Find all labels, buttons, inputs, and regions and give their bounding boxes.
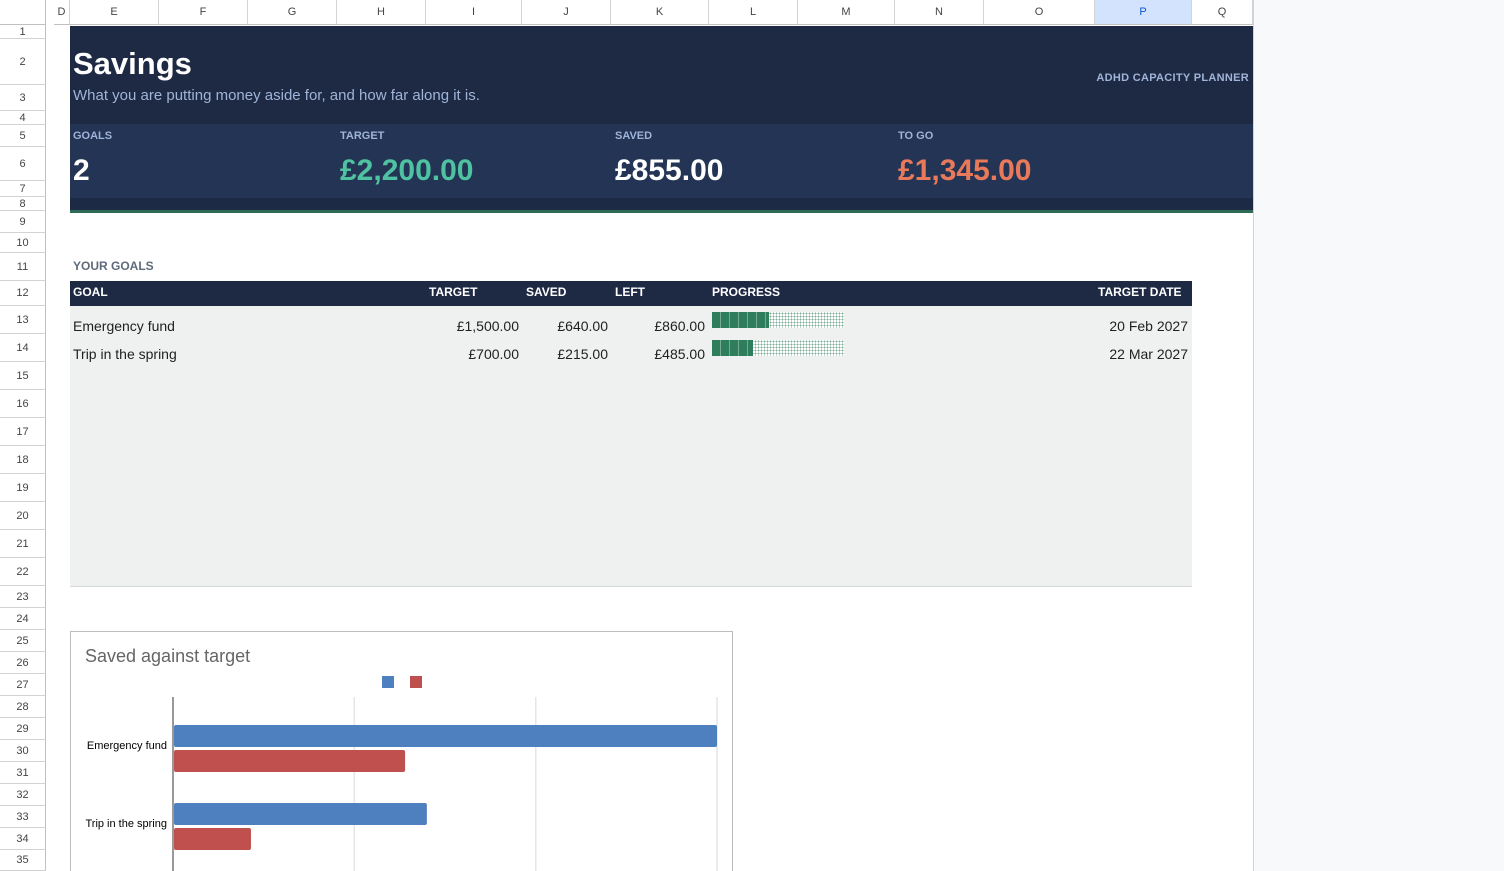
row-header-35[interactable]: 35 [0,850,46,871]
kpi-goals-value: 2 [73,154,90,187]
row-header-3[interactable]: 3 [0,85,46,111]
row-header-19[interactable]: 19 [0,474,46,502]
goal-name[interactable]: Emergency fund [73,318,175,334]
col-saved-header: SAVED [526,285,567,299]
row-header-5[interactable]: 5 [0,125,46,147]
column-header-k[interactable]: K [611,0,709,25]
goal-target[interactable]: £700.00 [419,346,519,362]
col-goal-header: GOAL [73,285,108,299]
header-banner [70,26,1253,124]
row-header-26[interactable]: 26 [0,652,46,674]
row-header-7[interactable]: 7 [0,181,46,197]
col-target-header: TARGET [429,285,478,299]
column-header-g[interactable]: G [248,0,337,25]
brand-label: ADHD CAPACITY PLANNER [1096,72,1249,84]
section-label: YOUR GOALS [73,259,154,273]
row-header-18[interactable]: 18 [0,446,46,474]
row-header-30[interactable]: 30 [0,740,46,762]
row-header-2[interactable]: 2 [0,39,46,85]
col-date-header: TARGET DATE [1098,285,1182,299]
chart-category-label: Trip in the spring [85,818,167,830]
row-header-32[interactable]: 32 [0,784,46,806]
goal-progress-bar [712,340,844,356]
column-header-l[interactable]: L [709,0,798,25]
goal-saved[interactable]: £640.00 [520,318,608,334]
column-header-m[interactable]: M [798,0,895,25]
kpi-accent-line [70,210,1253,213]
col-left-header: LEFT [615,285,645,299]
column-header-i[interactable]: I [426,0,522,25]
column-header-f[interactable]: F [159,0,248,25]
kpi-goals-label: GOALS [73,130,113,142]
goal-left[interactable]: £860.00 [610,318,705,334]
row-header-13[interactable]: 13 [0,306,46,334]
column-header-h[interactable]: H [337,0,426,25]
row-header-1[interactable]: 1 [0,25,46,39]
col-progress-header: PROGRESS [712,285,781,299]
row-header-24[interactable]: 24 [0,608,46,630]
page-title: Savings [73,46,192,81]
kpi-togo-value: £1,345.00 [898,154,1032,187]
select-all-corner[interactable] [0,0,46,25]
chart-bar[interactable] [174,803,427,825]
goal-progress-fill [712,312,769,328]
row-header-8[interactable]: 8 [0,197,46,211]
row-header-16[interactable]: 16 [0,390,46,418]
chart-bar[interactable] [174,828,251,850]
row-header-33[interactable]: 33 [0,806,46,828]
spreadsheet-grid[interactable]: Savings What you are putting money aside… [0,0,1504,871]
kpi-target-label: TARGET [340,130,385,142]
row-header-4[interactable]: 4 [0,111,46,125]
row-header-15[interactable]: 15 [0,362,46,390]
row-header-10[interactable]: 10 [0,233,46,253]
row-header-20[interactable]: 20 [0,502,46,530]
goal-progress-fill [712,340,753,356]
row-header-25[interactable]: 25 [0,630,46,652]
row-header-6[interactable]: 6 [0,147,46,181]
goal-left[interactable]: £485.00 [610,346,705,362]
sheet-empty-area [1253,0,1504,871]
row-header-31[interactable]: 31 [0,762,46,784]
column-header-e[interactable]: E [70,0,159,25]
goal-target[interactable]: £1,500.00 [419,318,519,334]
goal-name[interactable]: Trip in the spring [73,346,177,362]
column-header-p[interactable]: P [1095,0,1192,25]
kpi-togo-label: TO GO [898,130,934,142]
row-header-29[interactable]: 29 [0,718,46,740]
column-header-j[interactable]: J [522,0,611,25]
goal-progress-bar [712,312,844,328]
column-header-q[interactable]: Q [1192,0,1253,25]
row-header-12[interactable]: 12 [0,281,46,306]
savings-chart[interactable]: Saved against target Emergency fund Trip … [70,631,733,871]
chart-plot: Emergency fund Trip in the spring [85,676,718,871]
chart-category-label: Emergency fund [87,740,167,752]
chart-bar[interactable] [174,750,406,772]
goal-target-date[interactable]: 20 Feb 2027 [1060,318,1188,334]
goal-saved[interactable]: £215.00 [520,346,608,362]
row-header-23[interactable]: 23 [0,586,46,608]
column-header-n[interactable]: N [895,0,984,25]
goal-target-date[interactable]: 22 Mar 2027 [1060,346,1188,362]
row-header-27[interactable]: 27 [0,674,46,696]
row-header-17[interactable]: 17 [0,418,46,446]
column-header-o[interactable]: O [984,0,1095,25]
row-header-21[interactable]: 21 [0,530,46,558]
chart-bar[interactable] [174,725,717,747]
column-header-d[interactable]: D [54,0,70,25]
kpi-saved-label: SAVED [615,130,653,142]
row-header-9[interactable]: 9 [0,211,46,233]
row-header-11[interactable]: 11 [0,253,46,281]
chart-legend-swatch[interactable] [382,676,394,688]
kpi-saved-value: £855.00 [615,154,724,187]
row-header-28[interactable]: 28 [0,696,46,718]
row-header-14[interactable]: 14 [0,334,46,362]
row-header-22[interactable]: 22 [0,558,46,586]
kpi-target-value: £2,200.00 [340,154,474,187]
page-subtitle: What you are putting money aside for, an… [73,87,480,104]
row-header-34[interactable]: 34 [0,828,46,850]
kpi-divider [70,198,1253,210]
chart-legend-swatch[interactable] [410,676,422,688]
